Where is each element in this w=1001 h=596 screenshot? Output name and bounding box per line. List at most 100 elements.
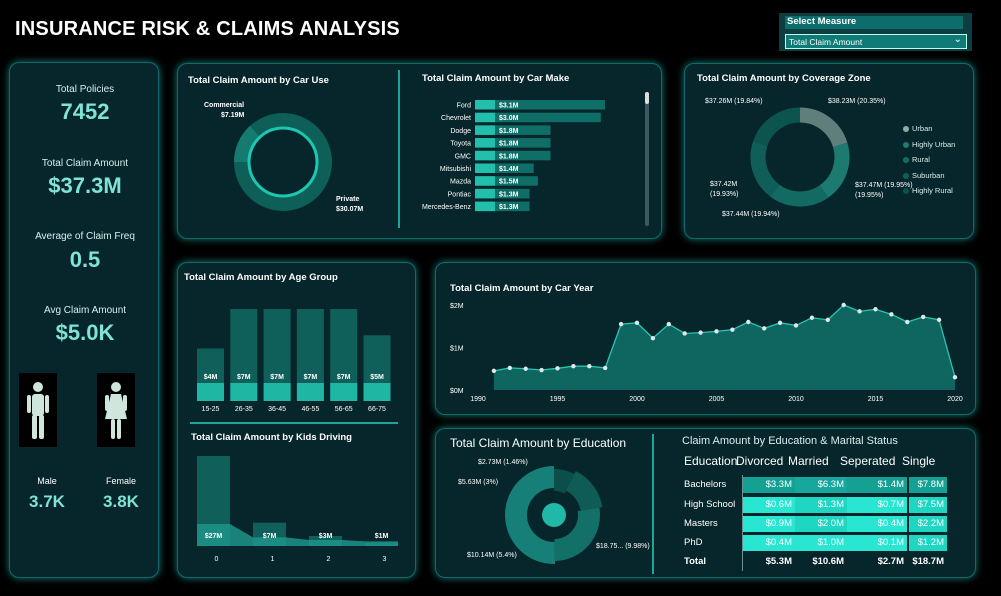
matrix-cell: $1.3M: [795, 497, 847, 513]
coverage-label-suburban-pct: (19.93%): [710, 191, 739, 198]
matrix-cell: $1.2M: [909, 535, 947, 551]
matrix-cell: $2.0M: [795, 516, 847, 532]
matrix-cell: $0.4M: [743, 535, 795, 551]
matrix-header: Single: [902, 454, 936, 468]
car-year-x-tick: 1995: [550, 396, 566, 403]
age-kids-panel: Total Claim Amount by Age Group $4M 15-25…: [177, 262, 416, 578]
coverage-zone-panel: Total Claim Amount by Coverage Zone $38.…: [684, 63, 974, 239]
age-bar-base: [230, 383, 258, 401]
legend-item-highly-urban[interactable]: Highly Urban: [903, 137, 955, 153]
matrix-cell: $1.0M: [795, 535, 847, 551]
matrix-cell: $7.5M: [909, 497, 947, 513]
car-year-x-tick: 2000: [629, 396, 645, 403]
kpi-freq-value: 0.5: [69, 247, 101, 272]
kpi-policies-value: 7452: [60, 99, 110, 124]
car-make-bar-highlight: [475, 163, 495, 173]
matrix-total-label: Total: [684, 556, 706, 567]
car-year-point: [539, 367, 544, 373]
age-chart: $4M 15-25 $7M 26-35 $7M 36-45 $7M 46-55 $7M 56-65…: [197, 309, 391, 413]
legend-item-urban[interactable]: Urban: [903, 121, 955, 137]
female-value: 3.8K: [103, 492, 139, 511]
kpi-policies-label: Total Policies: [55, 84, 115, 95]
car-make-bar-highlight: [475, 100, 495, 110]
age-data-label: $5M: [370, 374, 384, 381]
car-year-point: [746, 319, 751, 325]
matrix-total-cell: $10.6M: [812, 556, 844, 567]
car-make-bar-highlight: [475, 176, 495, 186]
car-year-point: [618, 321, 624, 327]
car-make-data-label: $1.8M: [499, 128, 519, 135]
car-year-point: [555, 366, 560, 371]
coverage-slice: [750, 141, 780, 197]
matrix-cell: $0.9M: [743, 516, 795, 532]
legend-label: Highly Rural: [912, 186, 953, 195]
age-bar-base: [363, 383, 391, 401]
kids-tick-label: 3: [383, 556, 387, 563]
age-tick-label: 15-25: [202, 406, 220, 413]
car-make-tick-label: Mazda: [450, 179, 471, 186]
legend-item-suburban[interactable]: Suburban: [903, 168, 955, 184]
section-divider: [190, 422, 398, 424]
matrix-row-label: High School: [684, 499, 736, 510]
legend-dot: [903, 141, 909, 148]
car-make-data-label: $3.0M: [499, 115, 519, 122]
car-year-point: [587, 364, 592, 369]
kids-data-label: $27M: [205, 533, 223, 540]
age-tick-label: 26-35: [235, 406, 253, 413]
car-year-x-tick: 2010: [788, 396, 804, 403]
age-data-label: $7M: [270, 374, 284, 381]
car-make-data-label: $1.8M: [499, 141, 519, 148]
car-year-point: [857, 309, 862, 314]
car-year-point: [571, 364, 576, 369]
car-make-bar-highlight: [475, 150, 495, 161]
legend-dot: [903, 157, 909, 164]
coverage-legend: Urban Highly Urban Rural Suburban Highly…: [903, 121, 955, 199]
car-use-private-value: $30.07M: [336, 206, 364, 213]
age-title: Total Claim Amount by Age Group: [184, 272, 338, 283]
matrix-row-label: PhD: [684, 537, 703, 548]
car-make-scrollbar[interactable]: [645, 92, 649, 226]
education-center: [542, 503, 566, 527]
matrix-row-label: Bachelors: [684, 479, 727, 490]
age-bar-base: [197, 383, 224, 401]
matrix-header: Divorced: [736, 454, 784, 468]
age-tick-label: 56-65: [335, 406, 353, 413]
measure-dropdown[interactable]: Total Claim Amount ⌄: [785, 34, 967, 49]
matrix-total-cell: $18.7M: [912, 556, 944, 567]
car-use-make-panel: Total Claim Amount by Car Use Commercial…: [177, 63, 662, 239]
car-make-bar-highlight: [475, 112, 495, 123]
legend-item-rural[interactable]: Rural: [903, 152, 955, 168]
car-use-inner-ring: [247, 126, 319, 198]
education-panel: Total Claim Amount by Education $2.73M (…: [435, 428, 976, 578]
kids-tick-label: 1: [271, 556, 275, 563]
legend-label: Urban: [912, 124, 933, 133]
age-data-label: $4M: [204, 374, 218, 381]
female-icon: [97, 373, 135, 447]
age-bar-base: [263, 383, 291, 401]
car-make-data-label: $1.5M: [499, 179, 519, 186]
legend-dot: [903, 126, 909, 133]
age-bar-base: [296, 383, 324, 401]
legend-item-highly-rural[interactable]: Highly Rural: [903, 183, 955, 199]
coverage-label-highly-urban-pct: (19.95%): [855, 192, 884, 199]
matrix-title: Claim Amount by Education & Marital Stat…: [682, 435, 898, 447]
legend-dot: [903, 172, 909, 179]
coverage-label-urban: $38.23M (20.35%): [828, 98, 886, 105]
car-use-commercial-value: $7.19M: [221, 112, 245, 119]
matrix-cell: $0.1M: [847, 535, 907, 551]
car-make-data-label: $3.1M: [499, 103, 519, 110]
matrix-cell: $0.7M: [847, 497, 907, 513]
matrix-header: Education: [684, 454, 738, 468]
car-year-y-tick: $1M: [450, 346, 464, 353]
age-tick-label: 66-75: [368, 406, 386, 413]
car-make-scroll-thumb[interactable]: [645, 92, 649, 104]
car-year-x-tick: 2020: [947, 396, 963, 403]
measure-slicer: Select Measure Total Claim Amount ⌄: [779, 13, 972, 51]
chevron-down-icon: ⌄: [953, 34, 962, 45]
edu-label-1: $2.73M (1.46%): [478, 459, 528, 466]
kids-area: [197, 524, 398, 546]
legend-dot: [903, 188, 909, 195]
car-year-point: [491, 368, 497, 374]
age-tick-label: 46-55: [301, 406, 319, 413]
car-year-point: [921, 314, 926, 320]
